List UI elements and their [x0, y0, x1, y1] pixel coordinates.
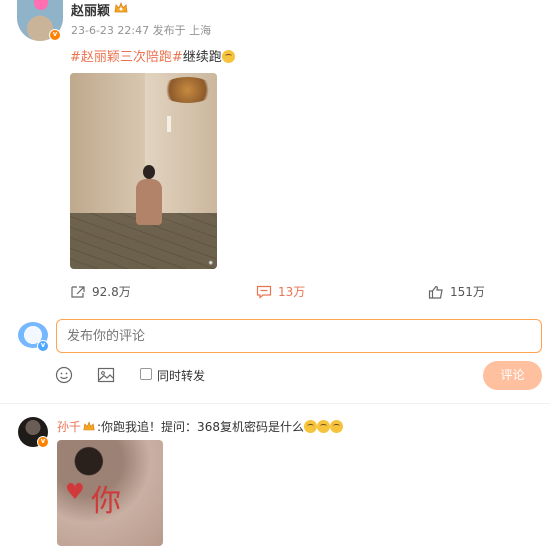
- avatar-decoration: [34, 0, 48, 10]
- comment-icon: [256, 285, 272, 299]
- comment-image-glyph: 你: [91, 484, 121, 519]
- image-upload-icon[interactable]: [97, 366, 115, 384]
- photo-watermark: ◉: [208, 260, 213, 266]
- comment-input[interactable]: [56, 319, 542, 353]
- post-timestamp: 23-6-23 22:47: [71, 24, 150, 37]
- heart-icon: ♥: [65, 480, 85, 505]
- crown-icon: [114, 2, 128, 13]
- emoji-icon: [329, 420, 343, 433]
- like-button[interactable]: 151万: [428, 283, 485, 300]
- forward-checkbox[interactable]: [140, 368, 152, 380]
- post-meta: 23-6-23 22:47 发布于 上海: [71, 22, 211, 38]
- author-name[interactable]: 赵丽颖: [71, 0, 110, 19]
- photo-lamp: [160, 77, 215, 103]
- hashtag-link[interactable]: #赵丽颖三次陪跑#: [70, 50, 183, 65]
- comment-button[interactable]: 13万: [256, 283, 305, 300]
- post-text: #赵丽颖三次陪跑#继续跑: [70, 46, 235, 65]
- crown-icon: [83, 421, 95, 431]
- share-button[interactable]: 92.8万: [70, 283, 131, 300]
- comment-image[interactable]: ♥ 你: [57, 440, 163, 546]
- emoji-icon: [221, 50, 235, 63]
- post-photo[interactable]: ◉: [70, 73, 217, 269]
- share-icon: [71, 285, 85, 298]
- post-location: 发布于 上海: [152, 24, 212, 37]
- verified-icon: v: [37, 436, 49, 448]
- verified-icon: v: [49, 29, 61, 41]
- photo-person: [134, 165, 164, 227]
- forward-label[interactable]: 同时转发: [157, 367, 205, 384]
- verified-icon: v: [37, 340, 49, 352]
- section-divider: [0, 403, 550, 404]
- like-icon: [428, 285, 443, 299]
- emoji-picker-icon[interactable]: [55, 366, 73, 384]
- post-body: 继续跑: [182, 50, 222, 65]
- comment-count: 13万: [278, 285, 306, 299]
- photo-window: [167, 116, 171, 132]
- emoji-icon: [316, 420, 330, 433]
- photo-person-body: [136, 179, 162, 225]
- emoji-icon: [303, 420, 317, 433]
- commenter-name[interactable]: 孙千: [57, 420, 81, 434]
- comment-text: :你跑我追！提问：368复机密码是什么: [97, 420, 304, 434]
- submit-comment-button[interactable]: 评论: [483, 361, 542, 390]
- share-count: 92.8万: [92, 285, 131, 299]
- comment-line: 孙千 :你跑我追！提问：368复机密码是什么: [57, 418, 343, 435]
- like-count: 151万: [450, 285, 485, 299]
- photo-person-head: [143, 165, 155, 179]
